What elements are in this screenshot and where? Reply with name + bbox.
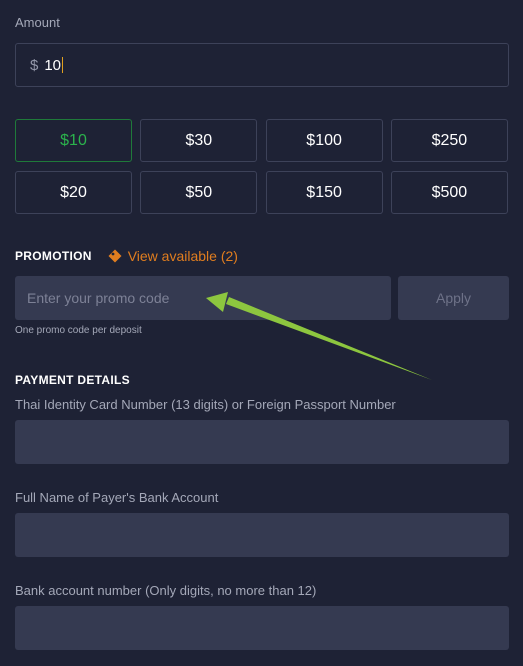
view-available-link[interactable]: View available (2) bbox=[108, 248, 238, 264]
payer-name-input[interactable] bbox=[15, 513, 509, 557]
amount-presets: $10 $30 $100 $250 $20 $50 $150 $500 bbox=[15, 119, 509, 214]
apply-button[interactable]: Apply bbox=[398, 276, 509, 320]
preset-250-button[interactable]: $250 bbox=[390, 119, 508, 162]
id-number-input[interactable] bbox=[15, 420, 509, 464]
preset-500-button[interactable]: $500 bbox=[390, 171, 508, 214]
preset-150-button[interactable]: $150 bbox=[265, 171, 383, 214]
preset-30-button[interactable]: $30 bbox=[140, 119, 258, 162]
tag-icon bbox=[108, 249, 122, 263]
payment-details-title: PAYMENT DETAILS bbox=[15, 373, 130, 387]
deposit-form: Amount $ 10 $10 $30 $100 $250 $20 $50 $1… bbox=[0, 0, 523, 666]
currency-symbol: $ bbox=[30, 56, 39, 74]
preset-10-button[interactable]: $10 bbox=[15, 119, 132, 162]
promotion-header: PROMOTION View available (2) bbox=[15, 248, 238, 264]
preset-50-button[interactable]: $50 bbox=[140, 171, 258, 214]
payer-name-label: Full Name of Payer's Bank Account bbox=[15, 490, 219, 505]
promotion-title: PROMOTION bbox=[15, 249, 92, 263]
preset-20-button[interactable]: $20 bbox=[15, 171, 132, 214]
amount-input[interactable]: $ 10 bbox=[15, 43, 509, 87]
amount-label: Amount bbox=[15, 15, 60, 30]
bank-account-label: Bank account number (Only digits, no mor… bbox=[15, 583, 317, 598]
preset-100-button[interactable]: $100 bbox=[265, 119, 383, 162]
amount-value: 10 bbox=[44, 56, 62, 74]
id-number-label: Thai Identity Card Number (13 digits) or… bbox=[15, 397, 396, 412]
text-caret bbox=[62, 57, 64, 73]
promo-hint: One promo code per deposit bbox=[15, 325, 142, 336]
bank-account-input[interactable] bbox=[15, 606, 509, 650]
view-available-label: View available (2) bbox=[127, 248, 238, 264]
promo-code-input[interactable] bbox=[15, 276, 391, 320]
